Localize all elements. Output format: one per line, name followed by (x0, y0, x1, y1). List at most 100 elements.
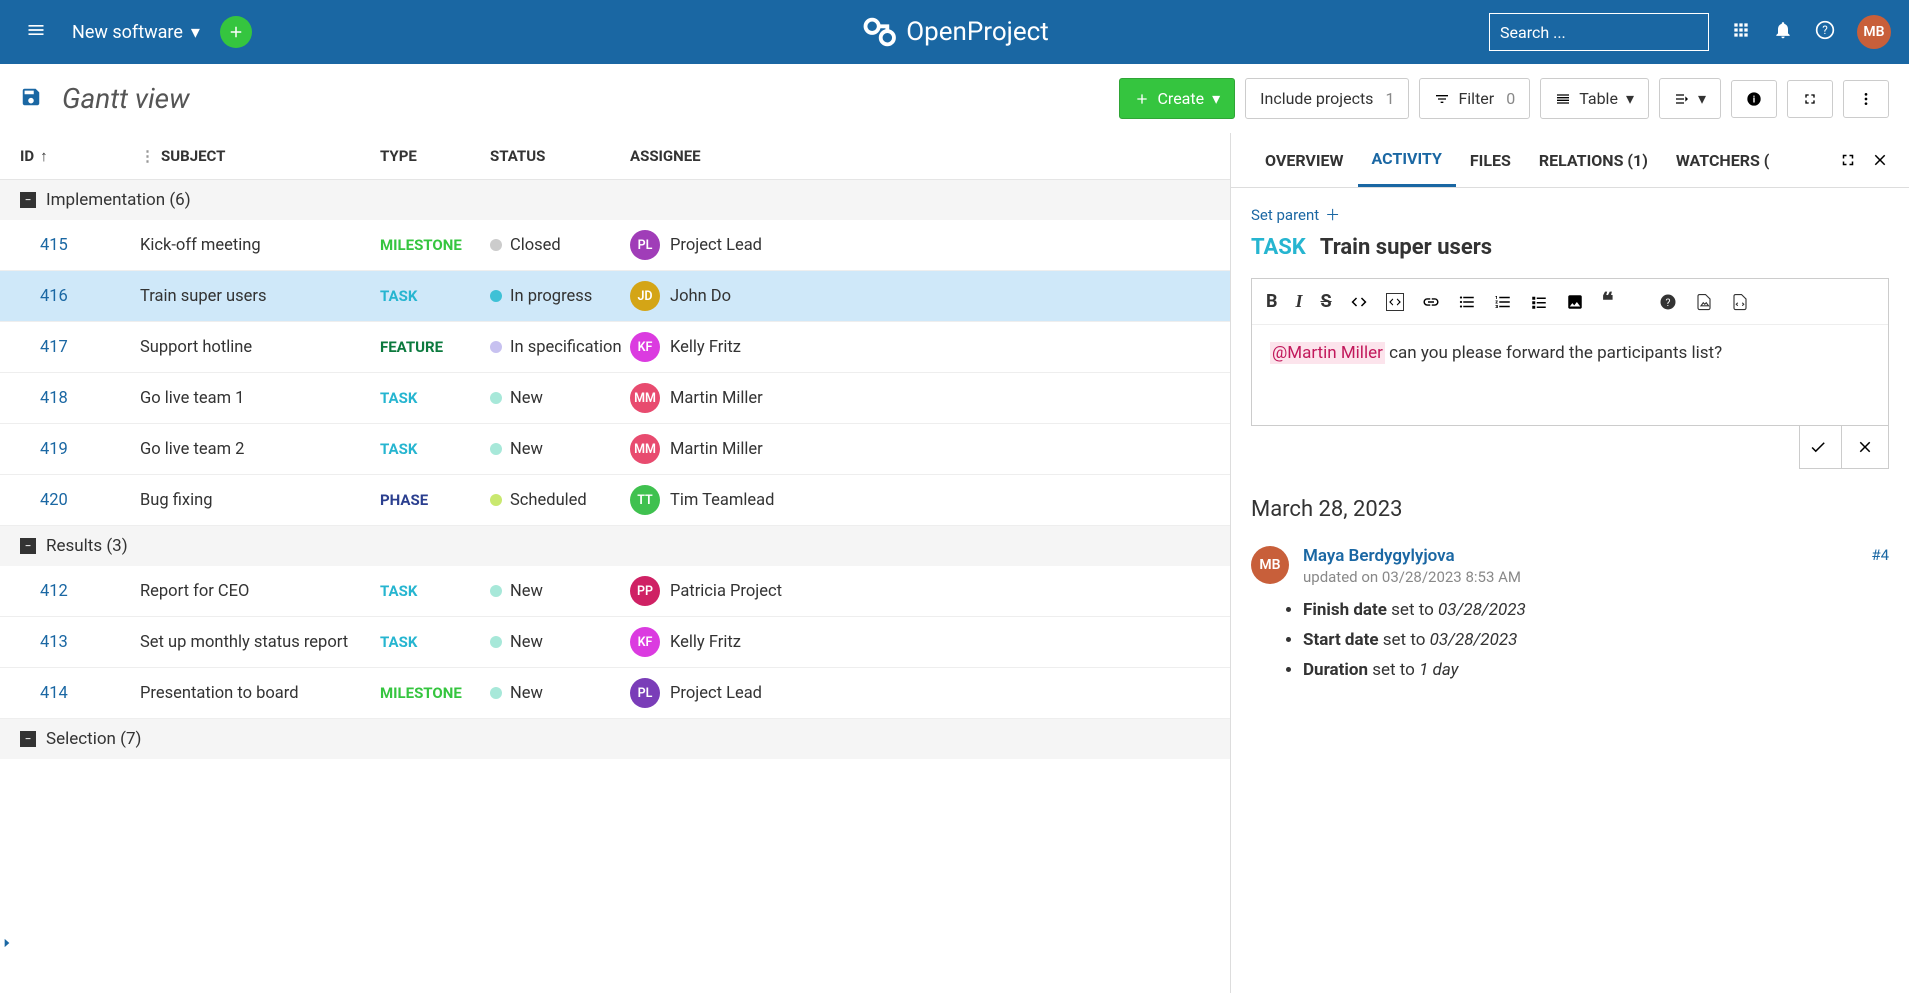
apps-icon[interactable] (1731, 20, 1751, 44)
create-button[interactable]: Create ▾ (1119, 78, 1236, 119)
row-assignee[interactable]: TTTim Teamlead (630, 485, 830, 515)
row-id[interactable]: 413 (20, 633, 140, 652)
row-assignee[interactable]: JDJohn Do (630, 281, 830, 311)
link-icon[interactable] (1422, 293, 1440, 311)
table-row[interactable]: 419Go live team 2TASKNewMMMartin Miller (0, 424, 1230, 475)
search-field[interactable] (1500, 23, 1703, 42)
filter-button[interactable]: Filter 0 (1419, 78, 1530, 119)
include-projects-button[interactable]: Include projects 1 (1245, 78, 1409, 119)
tab-relations[interactable]: RELATIONS (1) (1525, 135, 1662, 186)
global-add-button[interactable] (220, 16, 252, 48)
preview-icon[interactable] (1695, 293, 1713, 311)
group-row[interactable]: −Selection (7) (0, 719, 1230, 759)
row-id[interactable]: 419 (20, 440, 140, 459)
italic-icon[interactable]: I (1296, 291, 1303, 312)
row-assignee[interactable]: PLProject Lead (630, 678, 830, 708)
row-id[interactable]: 414 (20, 684, 140, 703)
fullscreen-button[interactable] (1787, 80, 1833, 118)
row-assignee[interactable]: PLProject Lead (630, 230, 830, 260)
table-row[interactable]: 414Presentation to boardMILESTONENewPLPr… (0, 668, 1230, 719)
submit-button[interactable] (1795, 426, 1842, 468)
tab-watchers[interactable]: WATCHERS ( (1662, 135, 1784, 186)
table-row[interactable]: 420Bug fixingPHASEScheduledTTTim Teamlea… (0, 475, 1230, 526)
row-subject[interactable]: Kick-off meeting (140, 236, 380, 255)
col-header-subject[interactable]: ⋮SUBJECT (140, 147, 380, 165)
row-assignee[interactable]: PPPatricia Project (630, 576, 830, 606)
tab-files[interactable]: FILES (1456, 135, 1525, 186)
row-id[interactable]: 412 (20, 582, 140, 601)
col-header-status[interactable]: STATUS (490, 147, 630, 165)
insert-button[interactable]: ▾ (1659, 78, 1721, 119)
search-input[interactable] (1489, 13, 1709, 51)
table-row[interactable]: 418Go live team 1TASKNewMMMartin Miller (0, 373, 1230, 424)
tab-activity[interactable]: ACTIVITY (1358, 133, 1456, 187)
strike-icon[interactable]: S (1321, 291, 1332, 312)
row-subject[interactable]: Go live team 2 (140, 440, 380, 459)
close-icon[interactable] (1871, 151, 1889, 169)
editor-content[interactable]: @Martin Miller can you please forward th… (1252, 325, 1888, 425)
view-mode-button[interactable]: Table ▾ (1540, 78, 1649, 119)
row-subject[interactable]: Bug fixing (140, 491, 380, 510)
group-row[interactable]: −Implementation (6) (0, 180, 1230, 220)
source-icon[interactable] (1731, 293, 1749, 311)
help-icon[interactable]: ? (1815, 20, 1835, 44)
row-assignee[interactable]: MMMartin Miller (630, 434, 830, 464)
caret-down-icon: ▾ (1212, 89, 1220, 108)
code-block-icon[interactable] (1386, 293, 1404, 311)
status-dot-icon (490, 341, 502, 353)
expand-handle[interactable] (0, 935, 14, 954)
include-label: Include projects (1260, 89, 1373, 108)
avatar: MM (630, 383, 660, 413)
menu-icon[interactable] (18, 12, 54, 52)
row-assignee[interactable]: MMMartin Miller (630, 383, 830, 413)
row-subject[interactable]: Report for CEO (140, 582, 380, 601)
row-id[interactable]: 418 (20, 389, 140, 408)
info-button[interactable]: i (1731, 80, 1777, 118)
image-icon[interactable] (1566, 293, 1584, 311)
number-list-icon[interactable] (1494, 293, 1512, 311)
caret-down-icon: ▾ (1698, 89, 1706, 108)
col-header-type[interactable]: TYPE (380, 147, 490, 165)
row-subject[interactable]: Presentation to board (140, 684, 380, 703)
collapse-icon[interactable]: − (20, 731, 36, 747)
row-id[interactable]: 420 (20, 491, 140, 510)
quote-icon[interactable]: ❝ (1602, 289, 1614, 314)
collapse-icon[interactable]: − (20, 538, 36, 554)
mention[interactable]: @Martin Miller (1270, 342, 1385, 364)
more-button[interactable] (1843, 80, 1889, 118)
user-avatar[interactable]: MB (1857, 15, 1891, 49)
table-row[interactable]: 413Set up monthly status reportTASKNewKF… (0, 617, 1230, 668)
project-selector[interactable]: New software ▾ (72, 22, 200, 43)
cancel-button[interactable] (1842, 426, 1888, 468)
table-row[interactable]: 412Report for CEOTASKNewPPPatricia Proje… (0, 566, 1230, 617)
row-subject[interactable]: Train super users (140, 287, 380, 306)
help-editor-icon[interactable]: ? (1659, 293, 1677, 311)
row-subject[interactable]: Set up monthly status report (140, 633, 380, 652)
set-parent-link[interactable]: Set parent＋ (1251, 204, 1889, 225)
activity-author[interactable]: Maya Berdygylyjova (1303, 546, 1455, 566)
col-header-assignee[interactable]: ASSIGNEE (630, 147, 830, 165)
code-icon[interactable] (1350, 293, 1368, 311)
group-row[interactable]: −Results (3) (0, 526, 1230, 566)
collapse-icon[interactable]: − (20, 192, 36, 208)
col-header-id[interactable]: ID↑ (20, 147, 140, 165)
tab-overview[interactable]: OVERVIEW (1251, 135, 1358, 186)
row-id[interactable]: 416 (20, 287, 140, 306)
activity-number[interactable]: #4 (1871, 546, 1889, 566)
row-assignee[interactable]: KFKelly Fritz (630, 627, 830, 657)
bell-icon[interactable] (1773, 20, 1793, 44)
table-row[interactable]: 417Support hotlineFEATUREIn specificatio… (0, 322, 1230, 373)
bullet-list-icon[interactable] (1458, 293, 1476, 311)
table-icon (1555, 91, 1571, 107)
table-row[interactable]: 416Train super usersTASKIn progressJDJoh… (0, 271, 1230, 322)
expand-icon[interactable] (1839, 151, 1857, 169)
row-id[interactable]: 417 (20, 338, 140, 357)
bold-icon[interactable]: B (1266, 291, 1278, 312)
row-id[interactable]: 415 (20, 236, 140, 255)
row-assignee[interactable]: KFKelly Fritz (630, 332, 830, 362)
task-list-icon[interactable] (1530, 293, 1548, 311)
row-subject[interactable]: Go live team 1 (140, 389, 380, 408)
table-row[interactable]: 415Kick-off meetingMILESTONEClosedPLProj… (0, 220, 1230, 271)
save-icon[interactable] (20, 86, 42, 112)
row-subject[interactable]: Support hotline (140, 338, 380, 357)
